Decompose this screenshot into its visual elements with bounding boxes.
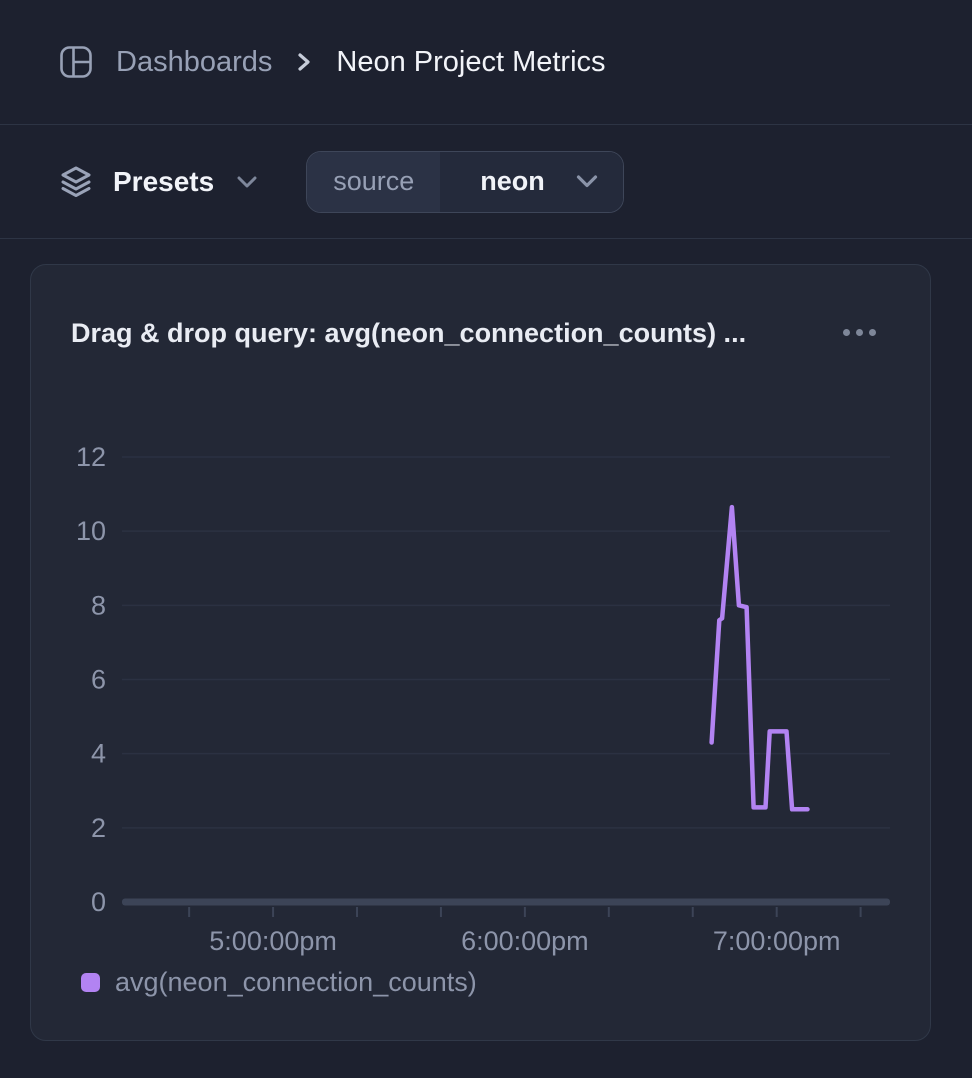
ellipsis-horizontal-icon[interactable]: [839, 325, 880, 340]
legend-item[interactable]: avg(neon_connection_counts): [81, 967, 477, 998]
svg-text:5:00:00pm: 5:00:00pm: [209, 926, 337, 956]
presets-label: Presets: [113, 166, 214, 198]
svg-text:12: 12: [76, 442, 106, 472]
chart-card: Drag & drop query: avg(neon_connection_c…: [30, 264, 931, 1041]
layers-stack-icon: [57, 163, 95, 201]
svg-text:2: 2: [91, 813, 106, 843]
chevron-down-icon: [575, 174, 599, 189]
dashboard-grid-icon: [58, 44, 94, 80]
legend-label: avg(neon_connection_counts): [115, 967, 477, 998]
dashboard-canvas: Drag & drop query: avg(neon_connection_c…: [0, 239, 972, 1041]
source-filter-key: source: [307, 152, 440, 212]
svg-text:7:00:00pm: 7:00:00pm: [713, 926, 841, 956]
chevron-right-icon: [296, 50, 312, 74]
breadcrumb-dashboards[interactable]: Dashboards: [116, 46, 272, 79]
toolbar: Presets source neon: [0, 125, 972, 239]
svg-text:8: 8: [91, 590, 106, 620]
source-filter-selected: neon: [480, 166, 545, 197]
legend-swatch: [81, 973, 100, 992]
svg-text:6: 6: [91, 665, 106, 695]
line-chart: 0 2 4 6 8 10 12 5:00:00pm 6:00:00pm 7:00:00pm: [31, 435, 932, 995]
svg-text:4: 4: [91, 739, 106, 769]
source-filter-value[interactable]: neon: [440, 152, 623, 212]
svg-text:6:00:00pm: 6:00:00pm: [461, 926, 589, 956]
chart-card-title: Drag & drop query: avg(neon_connection_c…: [71, 318, 746, 349]
source-filter-select[interactable]: source neon: [306, 151, 624, 213]
svg-text:0: 0: [91, 887, 106, 917]
app-header: Dashboards Neon Project Metrics: [0, 0, 972, 125]
page-title: Neon Project Metrics: [336, 46, 605, 79]
presets-button[interactable]: Presets: [57, 163, 258, 201]
svg-text:10: 10: [76, 516, 106, 546]
chevron-down-icon: [236, 175, 258, 189]
